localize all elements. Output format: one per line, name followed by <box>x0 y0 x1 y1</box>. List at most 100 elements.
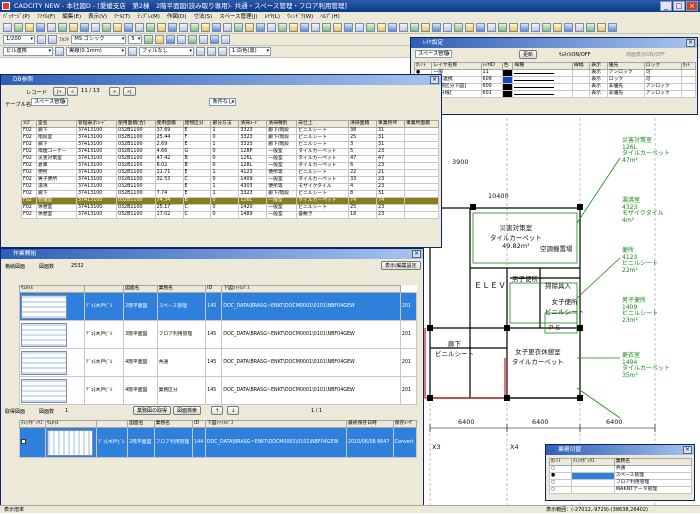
column-header[interactable]: 最終保存日時 <box>346 420 394 428</box>
thumbnail-image[interactable] <box>18 292 86 321</box>
tool-icon[interactable] <box>36 23 45 32</box>
filter-combo[interactable]: 条件なし <box>209 98 237 106</box>
tool-icon[interactable] <box>218 47 227 56</box>
tool-icon[interactable] <box>3 23 12 32</box>
task-checkbox[interactable] <box>570 465 615 473</box>
first-record-button[interactable]: |« <box>53 87 66 96</box>
table-row[interactable]: F02 休憩室 37413100 032B1100 17.02 C 0 1489 一般室 畳敷き 1… <box>21 211 440 219</box>
column-header[interactable] <box>96 420 129 428</box>
column-header[interactable] <box>84 285 125 293</box>
thumbnail-image[interactable] <box>18 320 86 349</box>
tool-icon[interactable] <box>410 23 419 32</box>
maximize-button[interactable]: □ <box>673 1 685 11</box>
tool-icon[interactable] <box>564 23 573 32</box>
tool-icon[interactable] <box>300 23 309 32</box>
tool-icon[interactable] <box>207 47 216 56</box>
current-radio[interactable]: ○ <box>549 486 572 494</box>
task-row[interactable]: ○ 共通 <box>549 465 693 473</box>
table-row[interactable]: F02 休憩室 37413100 032B1100 25.17 C 0 1420 一般室 ビニルシ… <box>21 204 440 212</box>
tool-icon[interactable] <box>597 23 606 32</box>
layer-group-combo[interactable]: スペース管理 <box>415 50 452 58</box>
column-header[interactable]: 線種 <box>512 62 573 70</box>
tool-icon[interactable] <box>322 23 331 32</box>
tool-icon[interactable] <box>366 23 375 32</box>
column-header[interactable]: ID <box>192 420 206 428</box>
close-icon[interactable]: × <box>683 446 692 454</box>
tool-icon[interactable] <box>177 35 187 44</box>
tool-icon[interactable] <box>179 23 188 32</box>
tool-icon[interactable] <box>190 23 199 32</box>
move-up-icon[interactable]: ↑ <box>211 406 224 415</box>
tool-icon[interactable] <box>210 35 220 44</box>
tool-icon[interactable] <box>542 23 551 32</box>
column-header[interactable]: 清掃種別 <box>266 120 298 128</box>
column-header[interactable]: 業務名 <box>153 420 194 428</box>
column-header[interactable]: ｶﾚﾝﾄ <box>549 458 572 466</box>
table-row[interactable]: F02 倉庫 37413100 032B1100 6.02 B 0 128L 一般室 タイルカーペ… <box>21 162 440 170</box>
tool-icon[interactable] <box>124 23 133 32</box>
tool-icon[interactable] <box>421 23 430 32</box>
menu-item[interactable]: 編集(E) <box>62 12 81 22</box>
current-radio[interactable]: ● <box>549 472 572 480</box>
tool-icon[interactable] <box>146 23 155 32</box>
tool-icon[interactable] <box>278 23 287 32</box>
update-button[interactable]: 更新 <box>519 50 538 59</box>
column-header[interactable]: 清掃ｺｰﾄﾞ <box>238 120 268 128</box>
column-header[interactable]: 業務名 <box>156 285 207 293</box>
menu-item[interactable]: 寸法(S) <box>193 12 212 22</box>
table-row[interactable]: F02 階段室 37413100 032B1100 25.44 F 0 3323 廊下/階段 ビニ… <box>21 134 440 142</box>
task-row[interactable]: ○ フロア利用管理 <box>549 479 693 487</box>
column-header[interactable]: 床仕上 <box>296 120 350 128</box>
drawing-row[interactable]: ﾃﾞｺﾓ木戸ﾋﾞﾙ 3階平面図 フロア利用管理 145 DOC_DATA\BRASG~E… <box>18 320 418 349</box>
column-header[interactable]: 管理表示ｺｰﾄﾞ <box>75 120 117 128</box>
tool-icon[interactable] <box>498 23 507 32</box>
tool-icon[interactable] <box>520 23 529 32</box>
column-header[interactable]: ｶｯﾄ <box>680 62 697 70</box>
menu-item[interactable]: スペース管理(J) <box>219 12 257 22</box>
tool-icon[interactable] <box>128 47 137 56</box>
get-task-drawing-button[interactable]: 業務図の取得 <box>133 406 172 415</box>
task-row[interactable]: ○ WAKNTデータ管理 <box>549 486 693 494</box>
tool-icon[interactable] <box>509 23 518 32</box>
table-row[interactable]: F02 廊下 37413100 032B1100 37.69 E 1 3323 廊下/階段 ビニル… <box>21 127 440 135</box>
row-checkbox[interactable] <box>19 427 46 458</box>
tool-icon[interactable] <box>311 23 320 32</box>
minimize-button[interactable]: _ <box>660 1 672 11</box>
thumbnail-image[interactable] <box>44 427 98 458</box>
move-down-icon[interactable]: ↓ <box>227 406 240 415</box>
column-header[interactable]: ｻﾑﾈｲﾙ <box>44 420 98 428</box>
tool-icon[interactable] <box>267 23 276 32</box>
layer-row[interactable]: [区分線] 601 表示 非優先 アンロック <box>413 90 697 98</box>
tool-icon[interactable] <box>531 23 540 32</box>
tool-icon[interactable] <box>344 23 353 32</box>
tool-icon[interactable] <box>234 23 243 32</box>
table-row[interactable]: F02 男子便所 37413100 032B1100 32.53 C 0 1409 一般室 タイル… <box>21 176 440 184</box>
tool-icon[interactable] <box>196 47 205 56</box>
color-swatch[interactable] <box>501 83 514 91</box>
size-combo[interactable]: 5 <box>128 35 143 44</box>
tool-icon[interactable] <box>102 23 111 32</box>
color-swatch[interactable] <box>501 76 514 84</box>
tool-icon[interactable] <box>355 23 364 32</box>
column-header[interactable]: ﾁｪｯｸﾎﾞｯｸｽ <box>19 420 46 428</box>
menu-item[interactable]: ﾍﾙﾌﾟ(H) <box>320 12 339 22</box>
prev-record-button[interactable]: « <box>67 87 79 96</box>
tool-icon[interactable] <box>201 23 210 32</box>
tool-icon[interactable] <box>388 23 397 32</box>
column-header[interactable]: 色 <box>501 62 514 70</box>
tool-icon[interactable] <box>144 35 154 44</box>
tool-icon[interactable] <box>155 35 165 44</box>
task-checkbox[interactable] <box>570 479 615 487</box>
column-header[interactable]: 部分方法 <box>210 120 240 128</box>
column-header[interactable]: 図面名 <box>123 285 158 293</box>
tool-icon[interactable] <box>465 23 474 32</box>
table-row[interactable]: F02 湯沸 37413100 032B1100 E 1 4303 便所等 モザイクタイル 4 23 <box>21 183 440 191</box>
tool-icon[interactable] <box>575 23 584 32</box>
tool-icon[interactable] <box>168 23 177 32</box>
menu-item[interactable]: ﾌｧｲﾙ(F) <box>37 12 55 22</box>
line-pattern-combo[interactable]: 実線(0.1mm) <box>66 47 126 56</box>
task-checkbox[interactable] <box>570 486 615 494</box>
table-row[interactable]: F02 災害対策室 37413100 032B1100 47.42 B 0 126L 一般室 タイ… <box>21 155 440 163</box>
column-header[interactable]: 線幅 <box>571 62 591 70</box>
column-header[interactable]: 下図ﾌｧｲﾙﾊﾟｽ <box>204 420 348 428</box>
